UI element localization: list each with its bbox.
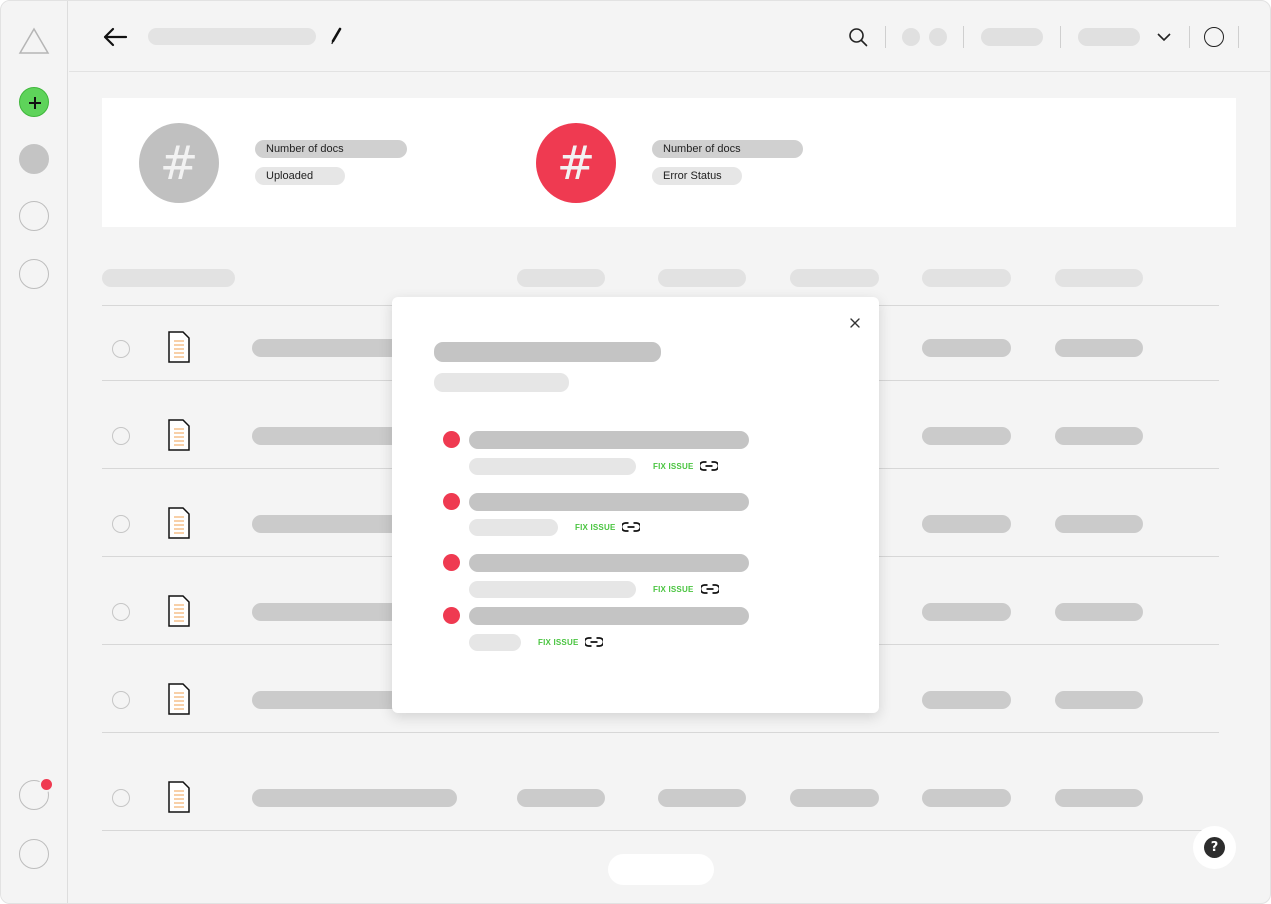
link-icon[interactable]: [585, 637, 603, 647]
link-icon[interactable]: [701, 584, 719, 594]
row-cell-placeholder: [1055, 691, 1143, 709]
help-icon: ?: [1204, 837, 1225, 858]
link-icon[interactable]: [700, 461, 718, 471]
issue-detail-placeholder: [469, 519, 558, 536]
fix-issue-link[interactable]: FIX ISSUE: [575, 523, 615, 533]
error-status-label: Error Status: [652, 167, 742, 185]
stats-card: # Number of docs Uploaded # Number of do…: [102, 98, 1236, 227]
row-select-radio[interactable]: [112, 789, 130, 807]
table-header-col[interactable]: [517, 269, 605, 287]
row-cell-placeholder: [922, 603, 1011, 621]
row-cell-placeholder: [922, 427, 1011, 445]
issue-title-placeholder: [469, 607, 749, 625]
toolbar-divider: [963, 26, 964, 48]
sidebar: [1, 1, 68, 903]
pencil-icon[interactable]: [329, 27, 343, 45]
table-header-col[interactable]: [658, 269, 746, 287]
modal-subtitle-placeholder: [434, 373, 569, 392]
toolbar-divider: [1060, 26, 1061, 48]
row-cell-placeholder: [658, 789, 746, 807]
issue-detail-placeholder: [469, 581, 636, 598]
error-indicator-dot: [443, 607, 460, 624]
row-cell-placeholder: [1055, 603, 1143, 621]
user-menu-button[interactable]: [1204, 27, 1224, 47]
row-cell-placeholder: [922, 515, 1011, 533]
issue-detail-placeholder: [469, 458, 636, 475]
plus-icon: [29, 97, 41, 109]
toolbar-divider: [1238, 26, 1239, 48]
document-icon: [168, 781, 190, 813]
error-issues-modal: FIX ISSUE FIX ISSUE FIX ISSUE FIX ISSUE: [392, 297, 879, 713]
document-icon: [168, 595, 190, 627]
error-indicator-dot: [443, 431, 460, 448]
add-button[interactable]: [19, 87, 49, 117]
sidebar-nav-item-2[interactable]: [19, 201, 49, 231]
sidebar-nav-item-3[interactable]: [19, 259, 49, 289]
toolbar-avatar-1[interactable]: [902, 28, 920, 46]
document-icon: [168, 419, 190, 451]
error-indicator-dot: [443, 493, 460, 510]
row-select-radio[interactable]: [112, 427, 130, 445]
modal-title-placeholder: [434, 342, 661, 362]
back-arrow-icon[interactable]: [102, 25, 128, 49]
row-name-placeholder: [252, 789, 457, 807]
table-header-name[interactable]: [102, 269, 235, 287]
link-icon[interactable]: [622, 522, 640, 532]
page-title-placeholder: [148, 28, 316, 45]
error-docs-label: Number of docs: [652, 140, 803, 158]
chevron-down-icon[interactable]: [1156, 30, 1172, 44]
triangle-logo-icon[interactable]: [18, 27, 50, 55]
row-cell-placeholder: [1055, 789, 1143, 807]
table-header-col[interactable]: [790, 269, 879, 287]
uploaded-status: Uploaded: [255, 167, 345, 185]
row-cell-placeholder: [922, 691, 1011, 709]
fix-issue-link[interactable]: FIX ISSUE: [653, 462, 693, 472]
app-window: # Number of docs Uploaded # Number of do…: [0, 0, 1271, 904]
row-select-radio[interactable]: [112, 603, 130, 621]
row-cell-placeholder: [1055, 515, 1143, 533]
top-bar: [69, 1, 1270, 72]
row-cell-placeholder: [1055, 339, 1143, 357]
document-icon: [168, 507, 190, 539]
uploaded-count-badge: #: [139, 123, 219, 203]
toolbar-divider: [885, 26, 886, 48]
sidebar-nav-item-1[interactable]: [19, 144, 49, 174]
document-icon: [168, 683, 190, 715]
fix-issue-link[interactable]: FIX ISSUE: [538, 638, 578, 648]
close-icon[interactable]: [848, 316, 862, 330]
dropdown-placeholder[interactable]: [1078, 28, 1140, 46]
issue-title-placeholder: [469, 431, 749, 449]
help-button[interactable]: ?: [1193, 826, 1236, 869]
issue-title-placeholder: [469, 554, 749, 572]
search-icon[interactable]: [848, 27, 868, 47]
uploaded-label: Number of docs: [255, 140, 407, 158]
document-icon: [168, 331, 190, 363]
table-header-col[interactable]: [922, 269, 1011, 287]
row-cell-placeholder: [790, 789, 879, 807]
table-row[interactable]: [102, 732, 1219, 830]
error-indicator-dot: [443, 554, 460, 571]
issue-detail-placeholder: [469, 634, 521, 651]
toolbar-divider: [1189, 26, 1190, 48]
notification-badge: [39, 777, 54, 792]
error-count-badge: #: [536, 123, 616, 203]
fix-issue-link[interactable]: FIX ISSUE: [653, 585, 693, 595]
table-bottom-divider: [102, 830, 1219, 831]
row-cell-placeholder: [1055, 427, 1143, 445]
row-select-radio[interactable]: [112, 515, 130, 533]
toolbar-button-placeholder[interactable]: [981, 28, 1043, 46]
table-header-col[interactable]: [1055, 269, 1143, 287]
row-cell-placeholder: [517, 789, 605, 807]
profile-button[interactable]: [19, 839, 49, 869]
issue-title-placeholder: [469, 493, 749, 511]
row-select-radio[interactable]: [112, 691, 130, 709]
row-cell-placeholder: [922, 339, 1011, 357]
row-cell-placeholder: [922, 789, 1011, 807]
row-select-radio[interactable]: [112, 340, 130, 358]
pagination-button[interactable]: [608, 854, 714, 885]
toolbar-avatar-2[interactable]: [929, 28, 947, 46]
